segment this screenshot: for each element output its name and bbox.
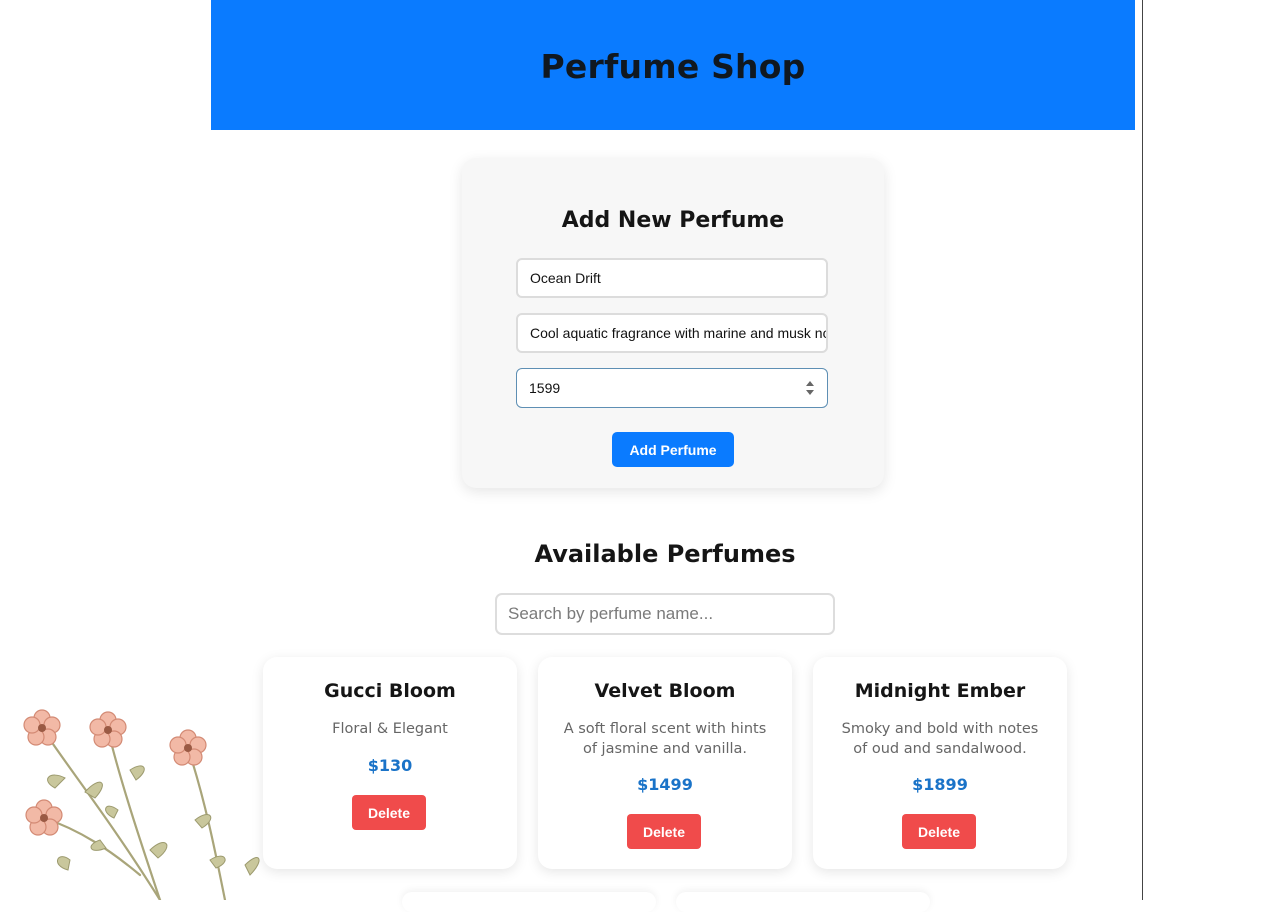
perfume-price: $130 xyxy=(367,756,413,775)
perfume-card-partial xyxy=(676,892,930,912)
perfume-description: A soft floral scent with hints of jasmin… xyxy=(563,721,767,757)
list-title: Available Perfumes xyxy=(534,540,796,568)
delete-button[interactable]: Delete xyxy=(352,795,426,830)
perfume-card: Velvet Bloom A soft floral scent with hi… xyxy=(538,657,792,869)
add-perfume-button[interactable]: Add Perfume xyxy=(612,432,734,467)
perfume-name: Velvet Bloom xyxy=(594,680,736,702)
number-spinner-icon[interactable] xyxy=(805,379,815,397)
perfume-price: $1899 xyxy=(912,775,968,794)
perfume-description: Floral & Elegant xyxy=(332,721,448,737)
perfume-card: Midnight Ember Smoky and bold with notes… xyxy=(813,657,1067,869)
perfume-name: Gucci Bloom xyxy=(324,680,456,702)
delete-button[interactable]: Delete xyxy=(627,814,701,849)
perfume-card-partial xyxy=(402,892,656,912)
page-border xyxy=(1142,0,1143,900)
perfume-description-input[interactable]: Cool aquatic fragrance with marine and m… xyxy=(516,313,828,353)
form-title: Add New Perfume xyxy=(561,208,785,233)
perfume-description: Smoky and bold with notes of oud and san… xyxy=(841,721,1039,757)
add-perfume-form: Add New Perfume Ocean Drift Cool aquatic… xyxy=(462,158,884,488)
perfume-name: Midnight Ember xyxy=(854,680,1026,702)
perfume-name-input[interactable]: Ocean Drift xyxy=(516,258,828,298)
perfume-card: Gucci Bloom Floral & Elegant $130 Delete xyxy=(263,657,517,869)
delete-button[interactable]: Delete xyxy=(902,814,976,849)
flower-illustration xyxy=(23,709,260,900)
page-title: Perfume Shop xyxy=(540,46,806,86)
price-value: 1599 xyxy=(529,380,561,396)
site-header: Perfume Shop xyxy=(211,0,1135,130)
perfume-price: $1499 xyxy=(637,775,693,794)
perfume-price-input[interactable]: 1599 xyxy=(516,368,828,408)
search-input[interactable] xyxy=(495,593,835,635)
